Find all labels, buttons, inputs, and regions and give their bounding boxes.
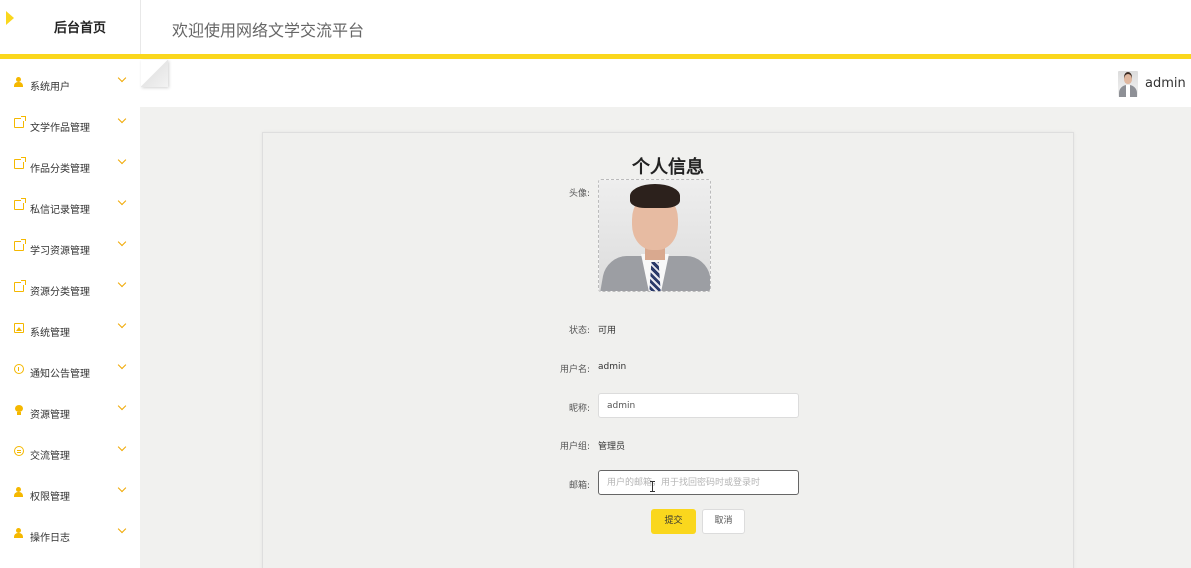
cancel-button[interactable]: 取消 — [702, 509, 745, 534]
avatar[interactable] — [1118, 71, 1138, 97]
sidebar-item-announcements[interactable]: 通知公告管理 — [0, 350, 140, 391]
bulb-icon — [14, 405, 24, 415]
sidebar-item-label: 资源分类管理 — [30, 287, 90, 298]
email-input[interactable] — [598, 470, 799, 495]
chevron-down-icon — [117, 442, 127, 452]
sidebar-item-communication[interactable]: 交流管理 — [0, 432, 140, 473]
content-header — [140, 59, 1191, 107]
app-page: 后台首页 欢迎使用网络文学交流平台 系统用户 文学作品管理 作品分类管理 私信记… — [0, 0, 1191, 568]
sidebar-item-system-management[interactable]: 系统管理 — [0, 309, 140, 350]
share-icon — [14, 239, 26, 251]
status-value: 可用 — [598, 326, 617, 336]
avatar-shirt — [1126, 85, 1130, 97]
avatar-upload[interactable] — [598, 179, 711, 292]
share-icon — [14, 116, 26, 128]
submit-button[interactable]: 提交 — [651, 509, 696, 534]
chat-icon — [14, 446, 24, 456]
username-label: 用户名: — [559, 365, 590, 375]
user-icon — [14, 77, 24, 87]
chevron-down-icon — [117, 483, 127, 493]
user-icon — [14, 528, 24, 538]
group-value: 管理员 — [598, 442, 626, 452]
nickname-input[interactable] — [598, 393, 799, 418]
sidebar-item-private-messages[interactable]: 私信记录管理 — [0, 186, 140, 227]
header-divider — [140, 0, 141, 54]
text-cursor-icon — [650, 481, 655, 492]
chevron-down-icon — [117, 524, 127, 534]
brand-home-link[interactable]: 后台首页 — [0, 0, 140, 54]
current-user-name[interactable]: admin — [1145, 76, 1186, 91]
sidebar-item-label: 资源管理 — [30, 410, 70, 421]
chevron-down-icon — [117, 196, 127, 206]
chevron-down-icon — [117, 360, 127, 370]
share-icon — [14, 198, 26, 210]
sidebar-item-literary-works[interactable]: 文学作品管理 — [0, 104, 140, 145]
username-value: admin — [598, 362, 627, 372]
sidebar-item-label: 作品分类管理 — [30, 164, 90, 175]
sidebar-item-resource-categories[interactable]: 资源分类管理 — [0, 268, 140, 309]
chevron-down-icon — [117, 401, 127, 411]
page-title: 个人信息 — [632, 157, 704, 178]
avatar-label: 头像: — [568, 189, 590, 199]
sidebar-toggle-icon[interactable] — [141, 60, 168, 87]
sidebar-item-label: 学习资源管理 — [30, 246, 90, 257]
chevron-down-icon — [117, 114, 127, 124]
chevron-down-icon — [117, 278, 127, 288]
chevron-down-icon — [117, 237, 127, 247]
share-icon — [14, 280, 26, 292]
sidebar-item-label: 权限管理 — [30, 492, 70, 503]
chevron-down-icon — [117, 73, 127, 83]
sidebar-item-label: 操作日志 — [30, 533, 70, 544]
sidebar-item-resources[interactable]: 资源管理 — [0, 391, 140, 432]
sidebar-item-work-categories[interactable]: 作品分类管理 — [0, 145, 140, 186]
sidebar-item-label: 交流管理 — [30, 451, 70, 462]
photo-hair — [630, 184, 680, 208]
sidebar: 系统用户 文学作品管理 作品分类管理 私信记录管理 学习资源管理 资源分类管理 — [0, 59, 140, 568]
image-icon — [14, 323, 24, 333]
top-header: 后台首页 欢迎使用网络文学交流平台 — [0, 0, 1191, 54]
info-icon — [14, 364, 24, 374]
email-label: 邮箱: — [568, 481, 590, 491]
group-label: 用户组: — [559, 442, 590, 452]
chevron-down-icon — [117, 319, 127, 329]
sidebar-item-label: 文学作品管理 — [30, 123, 90, 134]
status-label: 状态: — [568, 326, 590, 336]
sidebar-item-label: 私信记录管理 — [30, 205, 90, 216]
chevron-down-icon — [117, 155, 127, 165]
sidebar-item-system-users[interactable]: 系统用户 — [0, 63, 140, 104]
sidebar-item-permissions[interactable]: 权限管理 — [0, 473, 140, 514]
welcome-text: 欢迎使用网络文学交流平台 — [172, 21, 365, 40]
user-icon — [14, 487, 24, 497]
sidebar-item-label: 通知公告管理 — [30, 369, 90, 380]
nickname-label: 昵称: — [568, 404, 590, 414]
avatar-head — [1124, 74, 1132, 84]
sidebar-item-label: 系统用户 — [30, 82, 70, 93]
share-icon — [14, 157, 26, 169]
sidebar-item-learning-resources[interactable]: 学习资源管理 — [0, 227, 140, 268]
sidebar-item-label: 系统管理 — [30, 328, 70, 339]
sidebar-item-operation-log[interactable]: 操作日志 — [0, 514, 140, 555]
